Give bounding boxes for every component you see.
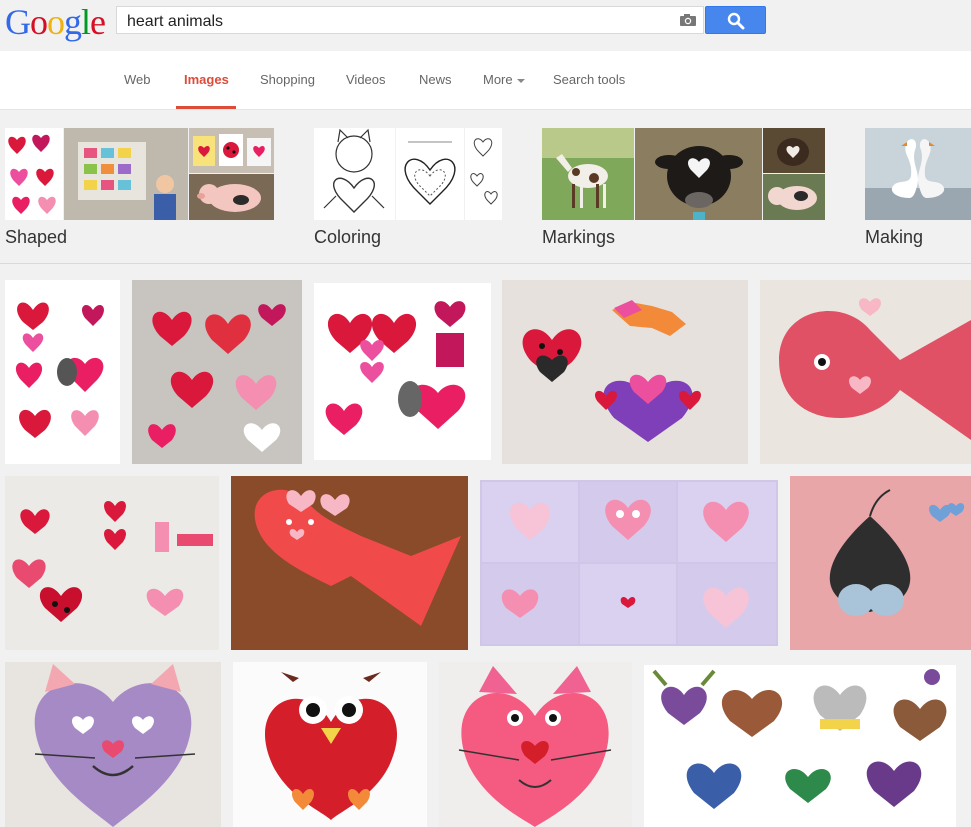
active-tab-indicator <box>176 106 236 109</box>
image-result[interactable] <box>132 280 302 464</box>
image-result[interactable] <box>760 280 971 464</box>
image-result[interactable] <box>502 280 748 464</box>
image-result[interactable] <box>233 662 427 827</box>
image-result[interactable] <box>314 283 491 460</box>
tab-shopping[interactable]: Shopping <box>260 72 315 87</box>
category-label: Shaped <box>5 227 68 247</box>
category-label: Making <box>865 227 924 247</box>
logo-letter: o <box>47 2 65 42</box>
category-thumbnail <box>189 174 274 220</box>
category-thumbnail <box>396 128 464 220</box>
image-result[interactable] <box>5 662 221 827</box>
category-label: Coloring <box>314 227 382 247</box>
category-thumbnail <box>763 128 825 173</box>
category-thumbnail <box>189 128 274 173</box>
divider <box>0 263 971 264</box>
logo-letter: G <box>5 2 31 42</box>
logo-letter: g <box>64 2 82 42</box>
search-icon <box>727 12 745 30</box>
search-input[interactable] <box>125 11 669 33</box>
image-result[interactable] <box>644 665 956 827</box>
category-thumbnail <box>465 128 502 220</box>
logo-letter: l <box>81 2 91 42</box>
tab-search-tools[interactable]: Search tools <box>553 72 625 87</box>
search-button[interactable] <box>705 6 766 34</box>
image-result[interactable] <box>790 476 971 650</box>
category-thumbnail <box>314 128 395 220</box>
tab-more[interactable]: More <box>483 72 525 87</box>
tab-web[interactable]: Web <box>124 72 151 87</box>
image-result[interactable] <box>439 662 632 827</box>
image-result[interactable] <box>231 476 468 650</box>
category-thumbnail <box>635 128 762 220</box>
chevron-down-icon <box>516 78 525 83</box>
image-result[interactable] <box>5 476 219 650</box>
category-label: Markings <box>542 227 616 247</box>
tab-images[interactable]: Images <box>184 72 229 87</box>
category-thumbnail <box>542 128 634 220</box>
tab-videos[interactable]: Videos <box>346 72 386 87</box>
camera-icon[interactable] <box>679 13 697 27</box>
tab-news[interactable]: News <box>419 72 452 87</box>
header: Google <box>0 0 971 50</box>
image-result[interactable] <box>5 280 120 464</box>
category-thumbnail <box>64 128 188 220</box>
nav-bar: Web Images Shopping Videos News More Sea… <box>0 51 971 110</box>
image-result[interactable] <box>480 480 778 646</box>
logo-letter: o <box>30 2 48 42</box>
tab-more-label: More <box>483 72 513 87</box>
category-thumbnail <box>5 128 63 220</box>
google-logo[interactable]: Google <box>5 2 106 42</box>
search-box <box>116 6 704 34</box>
category-thumbnail <box>865 128 971 220</box>
category-thumbnail <box>763 174 825 220</box>
logo-letter: e <box>90 2 106 42</box>
